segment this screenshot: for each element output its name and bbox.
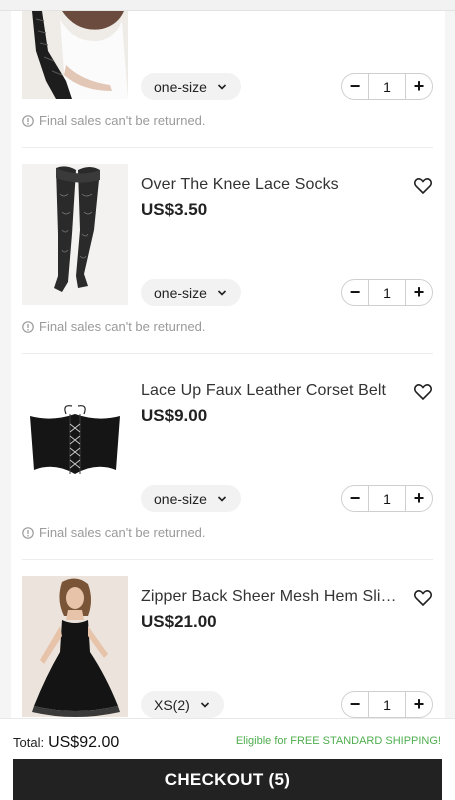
decrease-quantity-button[interactable]: − — [342, 486, 368, 511]
quantity-stepper: − 1 + — [341, 279, 433, 306]
info-circle-icon — [22, 320, 34, 333]
product-image[interactable] — [22, 11, 128, 99]
cart-item: Over The Knee Lace Socks US$3.50 one-siz… — [11, 148, 445, 354]
product-title[interactable]: Zipper Back Sheer Mesh Hem Slip... — [141, 588, 401, 606]
size-selector[interactable]: one-size — [141, 279, 241, 306]
increase-quantity-button[interactable]: + — [406, 74, 432, 99]
lace-gloves-image — [22, 11, 128, 99]
lace-socks-image — [22, 164, 128, 305]
cart-item: Zipper Back Sheer Mesh Hem Slip... US$21… — [11, 560, 445, 731]
chevron-down-icon — [217, 289, 226, 296]
quantity-value[interactable]: 1 — [368, 692, 406, 717]
final-sale-notice: Final sales can't be returned. — [22, 113, 206, 128]
total-label: Total: — [13, 735, 45, 750]
slip-dress-image — [22, 576, 128, 717]
product-price: US$9.00 — [141, 406, 208, 425]
quantity-stepper: − 1 + — [341, 485, 433, 512]
increase-quantity-button[interactable]: + — [406, 280, 432, 305]
top-bar — [0, 0, 455, 11]
size-selector[interactable]: XS(2) — [141, 691, 224, 718]
quantity-stepper: − 1 + — [341, 73, 433, 100]
product-title[interactable]: Lace Up Faux Leather Corset Belt — [141, 382, 401, 400]
heart-icon[interactable] — [413, 176, 433, 196]
final-sale-text: Final sales can't be returned. — [39, 319, 206, 334]
size-value: one-size — [154, 78, 207, 95]
product-image[interactable] — [22, 164, 128, 305]
quantity-value[interactable]: 1 — [368, 280, 406, 305]
checkout-button[interactable]: CHECKOUT (5) — [13, 759, 442, 800]
size-selector[interactable]: one-size — [141, 73, 241, 100]
order-total: Total: US$92.00 — [13, 734, 119, 752]
product-image[interactable] — [22, 576, 128, 717]
increase-quantity-button[interactable]: + — [406, 692, 432, 717]
free-shipping-note: Eligible for FREE STANDARD SHIPPING! — [235, 735, 441, 747]
info-circle-icon — [22, 114, 34, 127]
chevron-down-icon — [200, 701, 209, 708]
product-title[interactable]: Over The Knee Lace Socks — [141, 176, 401, 194]
final-sale-notice: Final sales can't be returned. — [22, 319, 206, 334]
info-circle-icon — [22, 526, 34, 539]
quantity-value[interactable]: 1 — [368, 74, 406, 99]
chevron-down-icon — [217, 495, 226, 502]
corset-belt-image — [22, 370, 128, 511]
decrease-quantity-button[interactable]: − — [342, 280, 368, 305]
cart-item: one-size − 1 + Final sales can't be retu… — [11, 11, 445, 151]
product-image[interactable] — [22, 370, 128, 511]
checkout-footer: Total: US$92.00 Eligible for FREE STANDA… — [0, 718, 455, 800]
quantity-stepper: − 1 + — [341, 691, 433, 718]
quantity-value[interactable]: 1 — [368, 486, 406, 511]
heart-icon[interactable] — [413, 588, 433, 608]
product-price: US$3.50 — [141, 200, 208, 219]
size-value: one-size — [154, 490, 207, 507]
final-sale-notice: Final sales can't be returned. — [22, 525, 206, 540]
size-value: XS(2) — [154, 696, 190, 713]
increase-quantity-button[interactable]: + — [406, 486, 432, 511]
heart-icon[interactable] — [413, 382, 433, 402]
decrease-quantity-button[interactable]: − — [342, 692, 368, 717]
final-sale-text: Final sales can't be returned. — [39, 113, 206, 128]
decrease-quantity-button[interactable]: − — [342, 74, 368, 99]
size-selector[interactable]: one-size — [141, 485, 241, 512]
size-value: one-size — [154, 284, 207, 301]
chevron-down-icon — [217, 83, 226, 90]
total-value: US$92.00 — [48, 734, 120, 751]
cart-item: Lace Up Faux Leather Corset Belt US$9.00… — [11, 354, 445, 560]
product-price: US$21.00 — [141, 612, 217, 631]
cart-items-list: one-size − 1 + Final sales can't be retu… — [11, 11, 445, 731]
final-sale-text: Final sales can't be returned. — [39, 525, 206, 540]
